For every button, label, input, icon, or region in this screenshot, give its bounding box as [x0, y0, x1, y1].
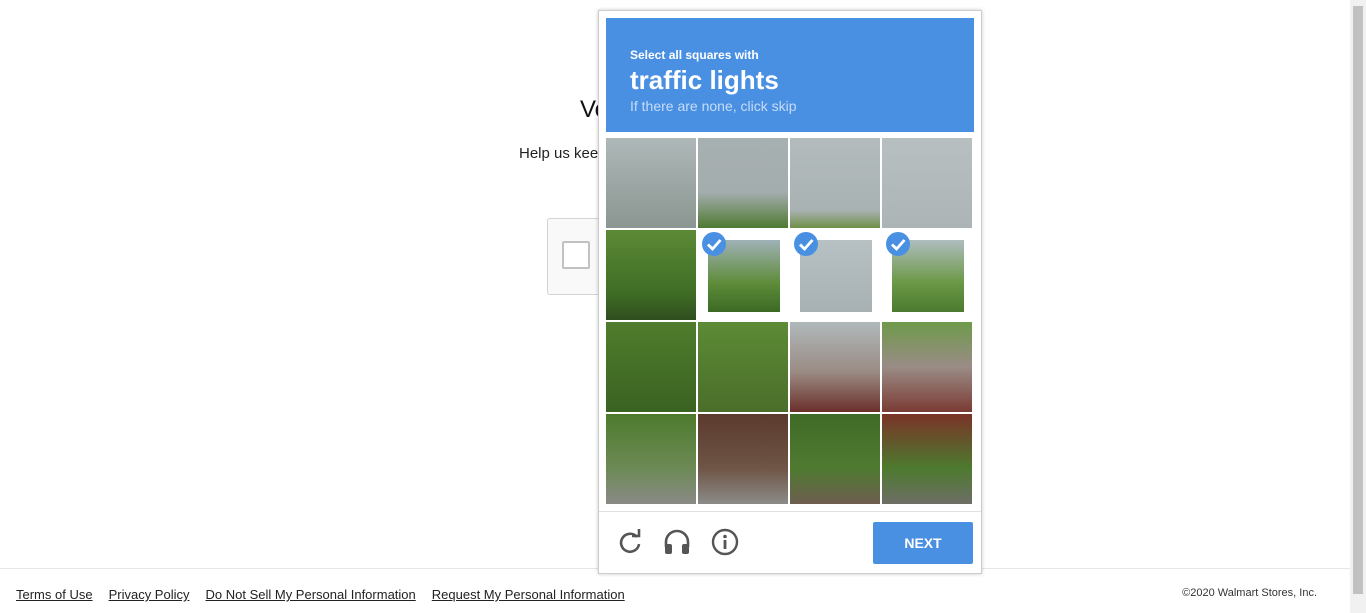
headphones-icon[interactable]: [663, 528, 691, 556]
tile-image: [698, 414, 788, 504]
captcha-tile[interactable]: [698, 322, 788, 412]
page-heading: Verify your identity: [580, 96, 598, 123]
captcha-tile[interactable]: [606, 138, 696, 228]
tile-image: [698, 322, 788, 412]
footer-link-terms[interactable]: Terms of Use: [16, 587, 93, 602]
checkmark-icon: [886, 232, 910, 256]
captcha-image-grid: [606, 138, 974, 506]
tile-image: [606, 322, 696, 412]
tile-image: [606, 414, 696, 504]
captcha-tile[interactable]: [882, 230, 972, 320]
captcha-tile[interactable]: [790, 138, 880, 228]
captcha-tile[interactable]: [606, 230, 696, 320]
tile-image: [606, 230, 696, 320]
next-button[interactable]: NEXT: [873, 522, 973, 564]
captcha-tile[interactable]: [698, 414, 788, 504]
captcha-challenge: Select all squares with traffic lights I…: [598, 10, 982, 574]
captcha-tile[interactable]: [790, 414, 880, 504]
tile-image: [790, 138, 880, 228]
scrollbar[interactable]: [1350, 0, 1366, 613]
captcha-tile[interactable]: [882, 322, 972, 412]
footer-link-privacy[interactable]: Privacy Policy: [109, 587, 190, 602]
captcha-tile[interactable]: [606, 414, 696, 504]
tile-image: [698, 138, 788, 228]
captcha-tile[interactable]: [606, 322, 696, 412]
copyright: ©2020 Walmart Stores, Inc.: [1182, 587, 1317, 599]
scrollbar-thumb[interactable]: [1353, 6, 1363, 594]
tile-image: [606, 138, 696, 228]
checkmark-icon: [794, 232, 818, 256]
tile-image: [790, 414, 880, 504]
tile-image: [882, 322, 972, 412]
captcha-tile[interactable]: [698, 230, 788, 320]
captcha-tile[interactable]: [882, 138, 972, 228]
reload-icon[interactable]: [616, 528, 644, 556]
captcha-tile[interactable]: [882, 414, 972, 504]
prompt-instruction: Select all squares with: [630, 48, 759, 62]
recaptcha-checkbox[interactable]: [562, 241, 590, 269]
captcha-tile[interactable]: [790, 322, 880, 412]
tile-image: [790, 322, 880, 412]
footer-links: Terms of Use Privacy Policy Do Not Sell …: [16, 587, 625, 602]
prompt-target: traffic lights: [630, 65, 779, 95]
captcha-tile[interactable]: [790, 230, 880, 320]
tile-image: [882, 138, 972, 228]
footer-link-do-not-sell[interactable]: Do Not Sell My Personal Information: [206, 587, 416, 602]
footer-link-request-info[interactable]: Request My Personal Information: [432, 587, 625, 602]
checkmark-icon: [702, 232, 726, 256]
prompt-hint: If there are none, click skip: [630, 98, 797, 114]
captcha-tile[interactable]: [698, 138, 788, 228]
info-icon[interactable]: [711, 528, 739, 556]
tile-image: [882, 414, 972, 504]
page-subtext: Help us keep your account safe: [519, 145, 599, 162]
captcha-prompt: Select all squares with traffic lights I…: [606, 18, 974, 132]
captcha-toolbar: NEXT: [599, 511, 981, 574]
